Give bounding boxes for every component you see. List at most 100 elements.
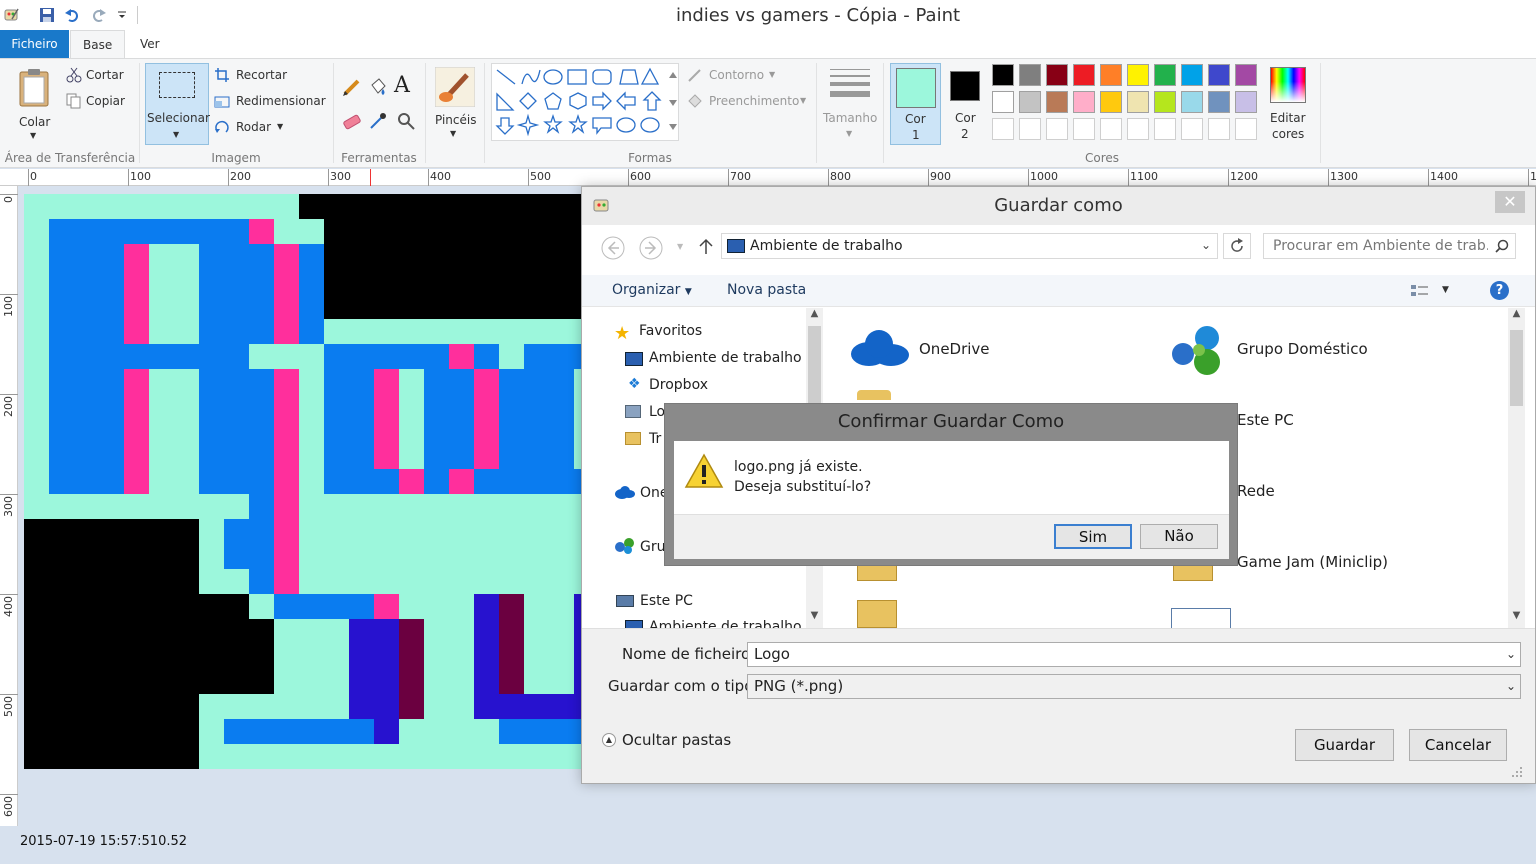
scroll-up-icon[interactable]: ▲ xyxy=(1508,308,1525,324)
nav-dropbox[interactable]: Dropbox xyxy=(649,377,708,393)
palette-color-swatch[interactable] xyxy=(1208,91,1230,113)
help-icon[interactable]: ? xyxy=(1490,281,1509,300)
save-button[interactable]: Guardar xyxy=(1295,729,1394,761)
close-button[interactable]: ✕ xyxy=(1495,191,1525,213)
palette-color-swatch[interactable] xyxy=(992,64,1014,86)
nav-favorites[interactable]: Favoritos xyxy=(639,323,702,339)
resize-grip-icon[interactable] xyxy=(1510,765,1524,779)
palette-color-swatch[interactable] xyxy=(1100,64,1122,86)
cut-button[interactable]: Cortar xyxy=(66,67,136,85)
palette-color-swatch[interactable] xyxy=(1100,91,1122,113)
text-tool-icon[interactable]: A xyxy=(394,73,410,98)
filename-input[interactable]: Logo ⌄ xyxy=(747,642,1521,667)
no-button[interactable]: Não xyxy=(1140,524,1218,549)
filetype-select[interactable]: PNG (*.png) ⌄ xyxy=(747,674,1521,699)
palette-color-swatch[interactable] xyxy=(1181,118,1203,140)
palette-color-swatch[interactable] xyxy=(1100,118,1122,140)
cancel-button[interactable]: Cancelar xyxy=(1409,729,1507,761)
nav-this-pc-desktop[interactable]: Ambiente de trabalho xyxy=(649,619,802,628)
view-options-icon[interactable] xyxy=(1410,283,1430,299)
file-list-scrollbar[interactable]: ▲ ▼ xyxy=(1508,308,1525,628)
scroll-down-icon[interactable]: ▼ xyxy=(806,610,823,626)
organize-button[interactable]: Organizar ▼ xyxy=(612,282,692,298)
size-button[interactable]: Tamanho ▼ xyxy=(822,65,878,147)
palette-color-swatch[interactable] xyxy=(1208,64,1230,86)
rotate-button[interactable]: Rodar ▼ xyxy=(214,119,294,137)
scroll-down-icon[interactable]: ▼ xyxy=(1508,610,1525,626)
hide-folders-button[interactable]: Ocultar pastas xyxy=(622,731,731,749)
select-button[interactable]: Selecionar ▼ xyxy=(145,63,210,145)
palette-color-swatch[interactable] xyxy=(1073,118,1095,140)
palette-color-swatch[interactable] xyxy=(1181,91,1203,113)
search-box[interactable]: Procurar em Ambiente de trab... xyxy=(1263,233,1516,259)
recent-locations-chevron-icon[interactable]: ▼ xyxy=(677,242,683,251)
palette-color-swatch[interactable] xyxy=(1127,64,1149,86)
nav-tr[interactable]: Tr xyxy=(649,431,661,447)
scroll-up-icon[interactable]: ▲ xyxy=(806,308,823,324)
paste-button[interactable]: Colar ▼ xyxy=(10,65,58,141)
resize-button[interactable]: Redimensionar xyxy=(214,93,326,111)
nav-desktop[interactable]: Ambiente de trabalho xyxy=(649,350,802,366)
file-item-homegroup[interactable]: Grupo Doméstico xyxy=(1237,340,1368,358)
yes-button[interactable]: Sim xyxy=(1054,524,1132,549)
palette-color-swatch[interactable] xyxy=(1046,64,1068,86)
palette-color-swatch[interactable] xyxy=(1181,64,1203,86)
pencil-icon[interactable] xyxy=(342,77,362,97)
palette-color-swatch[interactable] xyxy=(1235,91,1257,113)
file-item-network[interactable]: Rede xyxy=(1237,482,1275,500)
chevron-down-icon[interactable]: ⌄ xyxy=(1506,647,1516,661)
file-item-onedrive[interactable]: OneDrive xyxy=(919,340,990,358)
palette-color-swatch[interactable] xyxy=(992,118,1014,140)
shapes-gallery[interactable] xyxy=(491,63,679,141)
color2-button[interactable]: Cor 2 xyxy=(944,63,988,145)
palette-color-swatch[interactable] xyxy=(1235,118,1257,140)
palette-color-swatch[interactable] xyxy=(1019,118,1041,140)
palette-color-swatch[interactable] xyxy=(992,91,1014,113)
color-picker-icon[interactable] xyxy=(368,111,388,131)
palette-color-swatch[interactable] xyxy=(1046,118,1068,140)
chevron-down-icon[interactable]: ▼ xyxy=(1442,285,1449,295)
tab-view[interactable]: Ver xyxy=(128,30,172,58)
palette-color-swatch[interactable] xyxy=(1154,118,1176,140)
chevron-down-icon[interactable]: ⌄ xyxy=(1201,238,1211,252)
edit-colors-button[interactable]: Editar cores xyxy=(1264,63,1312,145)
crop-button[interactable]: Recortar xyxy=(214,67,324,85)
palette-color-swatch[interactable] xyxy=(1019,64,1041,86)
fill-button[interactable]: Preenchimento ▼ xyxy=(686,93,808,111)
palette-color-swatch[interactable] xyxy=(1046,91,1068,113)
palette-color-swatch[interactable] xyxy=(1073,64,1095,86)
eraser-icon[interactable] xyxy=(342,111,362,131)
outline-button[interactable]: Contorno ▼ xyxy=(686,67,786,85)
palette-color-swatch[interactable] xyxy=(1127,118,1149,140)
nav-homegroup[interactable]: Gru xyxy=(640,539,665,555)
magnifier-icon[interactable] xyxy=(396,111,416,131)
palette-color-swatch[interactable] xyxy=(1073,91,1095,113)
chevron-up-icon[interactable]: ▲ xyxy=(602,733,616,747)
file-item-this-pc[interactable]: Este PC xyxy=(1237,411,1294,429)
brushes-button[interactable]: Pincéis ▼ xyxy=(430,63,480,145)
palette-color-swatch[interactable] xyxy=(1154,91,1176,113)
file-item-game-jam[interactable]: Game Jam (Miniclip) xyxy=(1237,553,1388,571)
up-arrow-icon[interactable] xyxy=(698,238,714,256)
address-bar[interactable]: Ambiente de trabalho ⌄ xyxy=(721,233,1218,259)
new-folder-button[interactable]: Nova pasta xyxy=(727,282,806,298)
search-icon[interactable] xyxy=(1495,239,1509,253)
palette-color-swatch[interactable] xyxy=(1154,64,1176,86)
palette-color-swatch[interactable] xyxy=(1235,64,1257,86)
fill-bucket-icon[interactable] xyxy=(368,77,388,97)
refresh-button[interactable] xyxy=(1223,233,1251,259)
scrollbar-thumb[interactable] xyxy=(1510,330,1523,406)
nav-this-pc[interactable]: Este PC xyxy=(640,593,693,609)
palette-color-swatch[interactable] xyxy=(1127,91,1149,113)
back-icon[interactable] xyxy=(600,235,626,261)
tab-home[interactable]: Base xyxy=(70,30,126,58)
nav-lo[interactable]: Lo xyxy=(649,404,665,420)
drawing-canvas[interactable] xyxy=(24,194,584,769)
palette-color-swatch[interactable] xyxy=(1019,91,1041,113)
copy-button[interactable]: Copiar xyxy=(66,93,136,111)
tab-file[interactable]: Ficheiro xyxy=(0,30,69,58)
chevron-down-icon[interactable]: ⌄ xyxy=(1506,679,1516,693)
forward-icon[interactable] xyxy=(638,235,664,261)
color1-button[interactable]: Cor 1 xyxy=(890,63,941,145)
palette-color-swatch[interactable] xyxy=(1208,118,1230,140)
